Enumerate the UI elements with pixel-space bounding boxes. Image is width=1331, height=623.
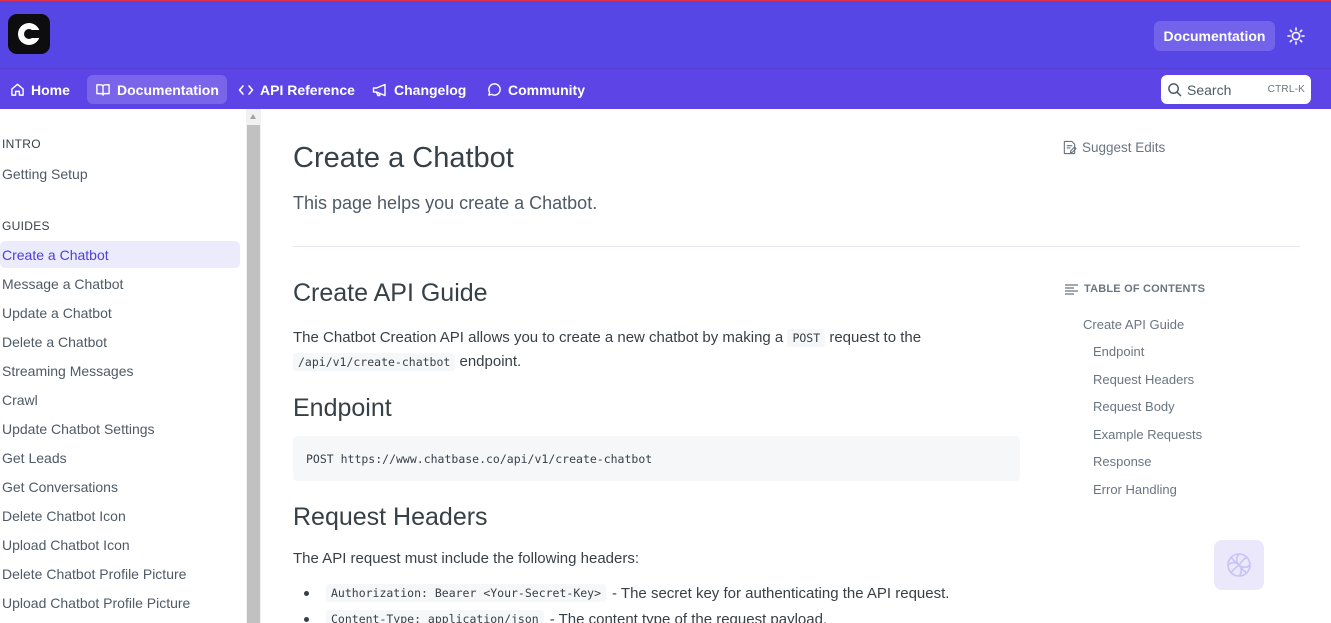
- page-title: Create a Chatbot: [293, 142, 514, 174]
- sidebar-item-upload-chatbot-profile-picture[interactable]: Upload Chatbot Profile Picture: [0, 589, 240, 616]
- bullet-dot: [304, 590, 309, 596]
- logo-mark-icon: [18, 23, 42, 45]
- toc-item-example-requests[interactable]: Example Requests: [1093, 427, 1202, 442]
- sidebar-section-intro: INTRO: [2, 137, 41, 151]
- intro-text-3: endpoint.: [459, 353, 522, 370]
- sidebar-item-get-conversations[interactable]: Get Conversations: [0, 473, 240, 500]
- scroll-up-arrow-icon[interactable]: [250, 114, 256, 119]
- header-bullet-authorization: Authorization: Bearer <Your-Secret-Key> …: [304, 584, 949, 602]
- sidebar-item-getting-setup[interactable]: Getting Setup: [0, 160, 240, 187]
- suggest-edits-link[interactable]: Suggest Edits: [1062, 140, 1165, 155]
- toc-item-request-headers[interactable]: Request Headers: [1093, 372, 1194, 387]
- nav-changelog[interactable]: Changelog: [364, 75, 474, 104]
- inline-code-content-type: Content-Type: application/json: [326, 610, 544, 623]
- page-subtitle: This page helps you create a Chatbot.: [293, 193, 598, 213]
- endpoint-code-block: POST https://www.chatbase.co/api/v1/crea…: [293, 436, 1020, 481]
- sidebar-section-guides: GUIDES: [2, 219, 50, 233]
- nav-documentation[interactable]: Documentation: [87, 75, 227, 104]
- inline-code-authorization: Authorization: Bearer <Your-Secret-Key>: [326, 584, 607, 602]
- intro-paragraph: The Chatbot Creation API allows you to c…: [293, 326, 1013, 374]
- authorization-description: - The secret key for authenticating the …: [612, 584, 950, 602]
- search-icon: [1168, 83, 1182, 97]
- intro-text-1: The Chatbot Creation API allows you to c…: [293, 329, 784, 346]
- heading-request-headers: Request Headers: [293, 503, 488, 531]
- list-icon: [1065, 283, 1078, 295]
- sidebar-item-update-chatbot[interactable]: Update a Chatbot: [0, 299, 240, 326]
- nav-community[interactable]: Community: [479, 75, 593, 104]
- sidebar-item-message-chatbot[interactable]: Message a Chatbot: [0, 270, 240, 297]
- suggest-edits-label: Suggest Edits: [1082, 140, 1166, 155]
- inline-code-endpoint-path: /api/v1/create-chatbot: [293, 353, 456, 371]
- sidebar-scrollbar[interactable]: [246, 109, 261, 623]
- sidebar-item-delete-chatbot-icon[interactable]: Delete Chatbot Icon: [0, 502, 240, 529]
- sidebar-item-streaming-messages[interactable]: Streaming Messages: [0, 357, 240, 384]
- toc-item-endpoint[interactable]: Endpoint: [1093, 344, 1144, 359]
- nav-community-label: Community: [508, 81, 585, 98]
- nav-bar: Home Documentation API Reference Changel…: [0, 68, 1331, 109]
- toc-item-request-body[interactable]: Request Body: [1093, 399, 1175, 414]
- toc-title: TABLE OF CONTENTS: [1084, 283, 1206, 295]
- nav-changelog-label: Changelog: [394, 81, 467, 98]
- logo[interactable]: [8, 14, 50, 54]
- search-shortcut: CTRL-K: [1267, 84, 1305, 95]
- book-icon: [96, 84, 110, 96]
- toc-heading: TABLE OF CONTENTS: [1065, 283, 1205, 295]
- home-icon: [11, 83, 24, 96]
- megaphone-icon: [372, 83, 386, 96]
- toc-item-create-api-guide[interactable]: Create API Guide: [1083, 317, 1184, 332]
- sidebar: INTRO Getting Setup GUIDES Create a Chat…: [0, 109, 246, 623]
- intro-text-2: request to the: [829, 329, 922, 346]
- inline-code-post: POST: [787, 329, 826, 347]
- main-content: Create a Chatbot This page helps you cre…: [261, 109, 1331, 623]
- sidebar-item-upload-chatbot-icon[interactable]: Upload Chatbot Icon: [0, 531, 240, 558]
- sidebar-item-update-chatbot-settings[interactable]: Update Chatbot Settings: [0, 415, 240, 442]
- sidebar-item-delete-chatbot[interactable]: Delete a Chatbot: [0, 328, 240, 355]
- chat-widget-button[interactable]: [1214, 540, 1264, 590]
- chatbot-widget-icon: [1227, 553, 1251, 577]
- bullet-dot: [304, 616, 309, 622]
- sidebar-item-get-leads[interactable]: Get Leads: [0, 444, 240, 471]
- edit-icon: [1063, 140, 1077, 155]
- chat-bubble-icon: [488, 83, 501, 96]
- nav-home-label: Home: [31, 81, 70, 98]
- header-bullet-content-type: Content-Type: application/json - The con…: [304, 610, 827, 623]
- content-type-description: - The content type of the request payloa…: [549, 610, 828, 623]
- code-icon: [238, 84, 254, 95]
- sidebar-item-crawl[interactable]: Crawl: [0, 386, 240, 413]
- nav-api-reference-label: API Reference: [260, 81, 355, 98]
- toc-item-response[interactable]: Response: [1093, 454, 1152, 469]
- headers-intro-text: The API request must include the followi…: [293, 550, 640, 567]
- sidebar-item-create-chatbot[interactable]: Create a Chatbot: [0, 241, 240, 268]
- scrollbar-thumb[interactable]: [247, 125, 260, 623]
- search-button[interactable]: Search CTRL-K: [1161, 75, 1311, 104]
- toc-item-error-handling[interactable]: Error Handling: [1093, 482, 1177, 497]
- nav-home[interactable]: Home: [2, 75, 78, 104]
- nav-api-reference[interactable]: API Reference: [230, 75, 363, 104]
- top-bar: Documentation: [0, 0, 1331, 68]
- sidebar-item-delete-chatbot-profile-picture[interactable]: Delete Chatbot Profile Picture: [0, 560, 240, 587]
- sun-icon[interactable]: [1286, 26, 1306, 46]
- documentation-button[interactable]: Documentation: [1154, 21, 1275, 51]
- divider: [293, 246, 1300, 247]
- heading-create-api-guide: Create API Guide: [293, 279, 488, 307]
- search-label: Search: [1187, 81, 1232, 98]
- nav-documentation-label: Documentation: [117, 81, 219, 98]
- heading-endpoint: Endpoint: [293, 394, 392, 422]
